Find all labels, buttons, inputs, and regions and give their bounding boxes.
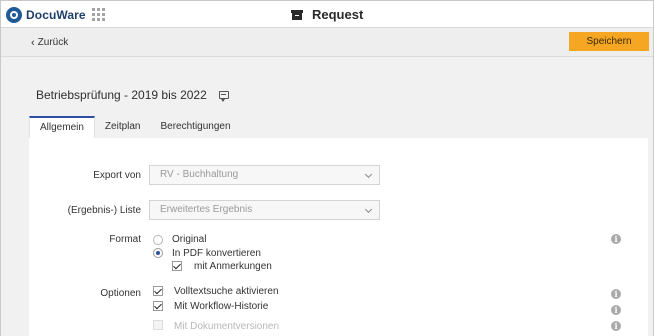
tab-berechtigungen[interactable]: Berechtigungen (151, 116, 241, 138)
back-label: Zurück (37, 37, 69, 48)
tab-bar: Allgemein Zeitplan Berechtigungen (29, 116, 241, 138)
page-title-text: Betriebsprüfung - 2019 bis 2022 (36, 88, 207, 102)
chevron-left-icon: ‹ (31, 36, 35, 49)
comment-icon[interactable] (218, 91, 229, 102)
annotations-checkbox[interactable] (172, 261, 182, 271)
top-bar: DocuWare Request (1, 1, 653, 28)
save-button[interactable]: Speichern (569, 32, 649, 51)
docuware-logo[interactable]: DocuWare (6, 6, 86, 23)
format-original-radio[interactable] (153, 235, 163, 245)
window-title: Request (291, 7, 363, 22)
archive-box-icon (291, 9, 303, 20)
info-icon[interactable]: i (611, 305, 621, 315)
info-icon[interactable]: i (611, 289, 621, 299)
result-list-value: Erweitertes Ergebnis (160, 204, 253, 215)
export-from-label: Export von (93, 170, 141, 181)
back-link[interactable]: ‹ Zurück (31, 37, 68, 48)
document-versions-label: Mit Dokumentversionen (174, 321, 280, 332)
action-toolbar: ‹ Zurück Speichern (1, 29, 653, 57)
info-icon[interactable]: i (611, 234, 621, 244)
tab-allgemein[interactable]: Allgemein (29, 116, 95, 138)
document-versions-checkbox[interactable] (153, 320, 163, 330)
window-title-text: Request (312, 7, 364, 22)
chevron-down-icon (364, 205, 373, 214)
fulltext-label[interactable]: Volltextsuche aktivieren (174, 286, 279, 297)
workflow-history-label[interactable]: Mit Workflow-Historie (174, 301, 268, 312)
main-content: Betriebsprüfung - 2019 bis 2022 Allgemei… (1, 58, 653, 336)
logo-icon (6, 6, 22, 23)
format-pdf-label[interactable]: In PDF konvertieren (172, 248, 261, 259)
app-grid-icon[interactable] (92, 8, 105, 21)
annotations-label[interactable]: mit Anmerkungen (194, 261, 272, 272)
export-from-select[interactable]: RV - Buchhaltung (149, 165, 380, 185)
format-label: Format (109, 234, 141, 245)
result-list-select[interactable]: Erweitertes Ergebnis (149, 200, 380, 220)
page-title: Betriebsprüfung - 2019 bis 2022 (36, 88, 229, 102)
tab-panel-allgemein: Export von RV - Buchhaltung (Ergebnis-) … (29, 138, 648, 336)
workflow-history-checkbox[interactable] (153, 301, 163, 311)
export-from-value: RV - Buchhaltung (160, 169, 239, 180)
brand-name: DocuWare (26, 7, 86, 22)
options-label: Optionen (100, 288, 141, 299)
tab-zeitplan[interactable]: Zeitplan (95, 116, 151, 138)
fulltext-checkbox[interactable] (153, 286, 163, 296)
format-pdf-radio[interactable] (153, 248, 163, 258)
info-icon[interactable]: i (611, 321, 621, 331)
format-original-label[interactable]: Original (172, 234, 206, 245)
chevron-down-icon (364, 170, 373, 179)
result-list-label: (Ergebnis-) Liste (67, 205, 141, 216)
